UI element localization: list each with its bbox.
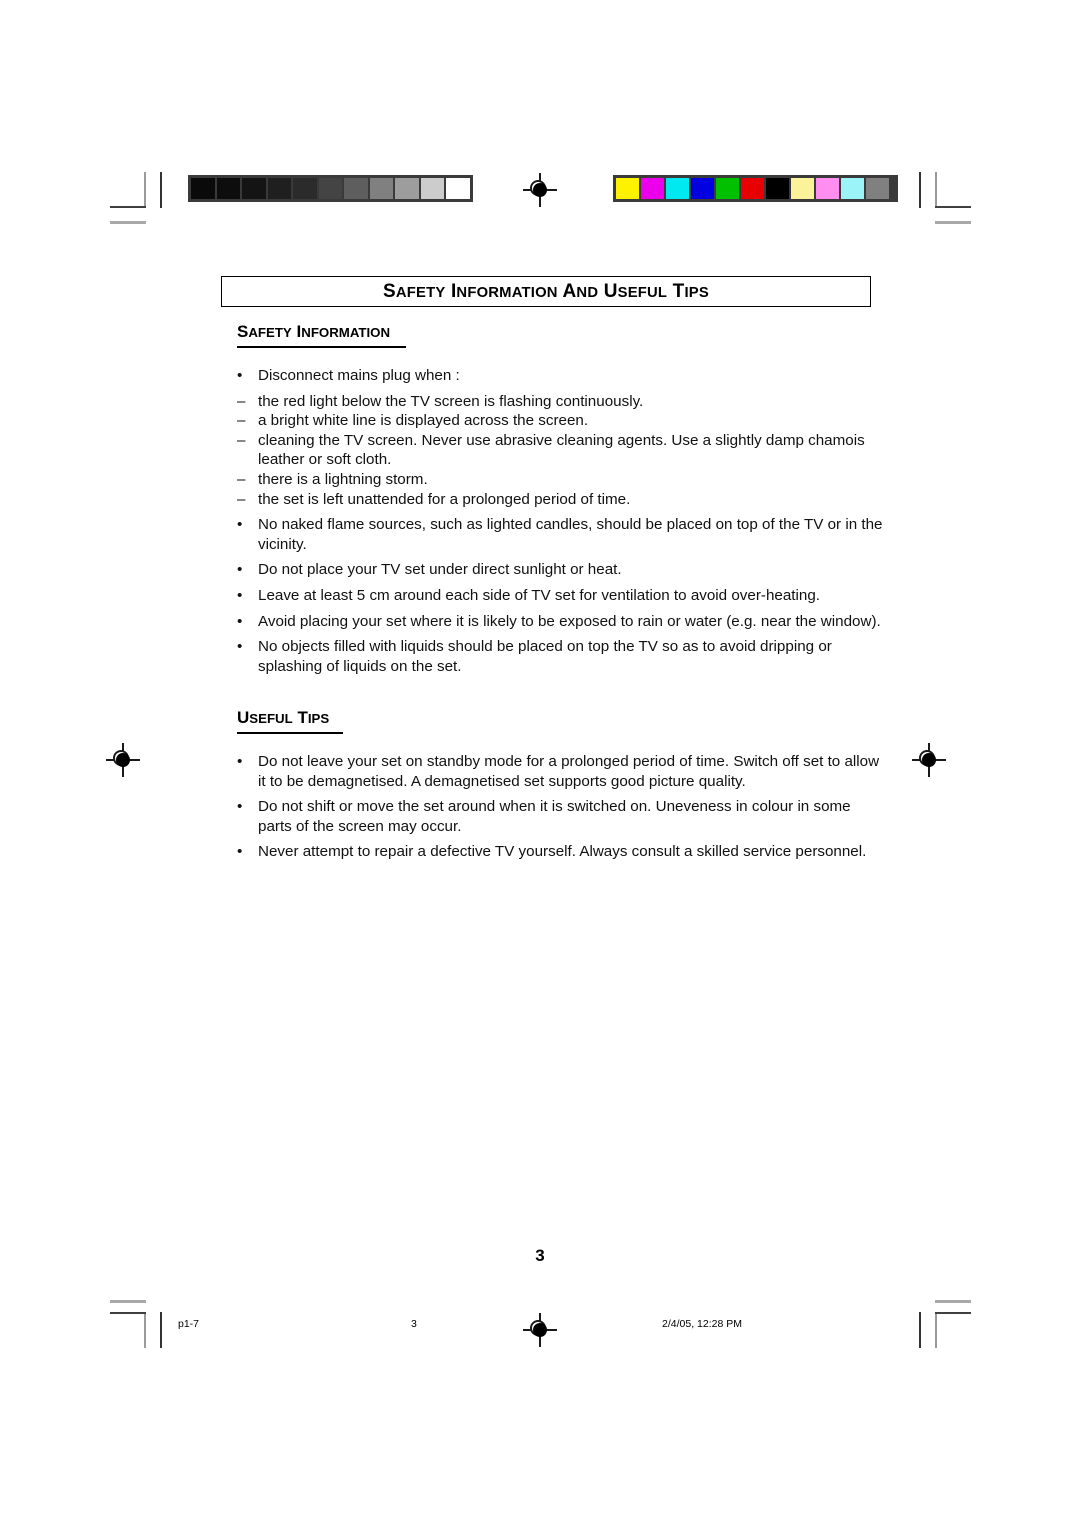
grayscale-patch bbox=[215, 177, 241, 200]
bullet-marker: • bbox=[237, 798, 243, 816]
list-item: • Never attempt to repair a defective TV … bbox=[237, 842, 885, 862]
dash-marker: – bbox=[237, 431, 246, 449]
list-item-text: No objects filled with liquids should be… bbox=[258, 638, 832, 675]
useful-tips-list: • Do not leave your set on standby mode f… bbox=[237, 752, 885, 868]
registration-target-bottom bbox=[523, 1313, 557, 1347]
bullet-marker: • bbox=[237, 561, 243, 579]
bullet-marker: • bbox=[237, 843, 243, 861]
list-item: • Leave at least 5 cm around each side of… bbox=[237, 586, 885, 606]
dash-marker: – bbox=[237, 470, 246, 488]
list-item: – there is a lightning storm. bbox=[237, 470, 885, 490]
grayscale-patch bbox=[368, 177, 394, 200]
dash-marker: – bbox=[237, 412, 246, 430]
list-item: • Do not place your TV set under direct s… bbox=[237, 560, 885, 580]
list-item: • Do not shift or move the set around whe… bbox=[237, 797, 885, 836]
list-item-text: Do not shift or move the set around when… bbox=[258, 798, 851, 835]
list-item-text: there is a lightning storm. bbox=[258, 470, 428, 488]
grayscale-calibration-strip bbox=[188, 175, 473, 202]
grayscale-patch bbox=[445, 177, 471, 200]
bullet-marker: • bbox=[237, 516, 243, 534]
section-heading-safety-information: SAFETY INFORMATION bbox=[237, 322, 407, 348]
list-item-text: Disconnect mains plug when : bbox=[258, 367, 460, 384]
grayscale-patch bbox=[317, 177, 343, 200]
crop-mark-bottom-right bbox=[935, 1312, 971, 1348]
bullet-marker: • bbox=[237, 612, 243, 630]
registration-target-top bbox=[523, 173, 557, 207]
footer-file-label: p1-7 bbox=[178, 1318, 200, 1330]
dash-marker: – bbox=[237, 392, 246, 410]
bullet-marker: • bbox=[237, 586, 243, 604]
list-item: • No naked flame sources, such as lighted… bbox=[237, 515, 885, 554]
crop-rule-top-left bbox=[110, 221, 146, 224]
list-item-text: Do not place your TV set under direct su… bbox=[258, 561, 622, 579]
crop-tick-top-left bbox=[160, 172, 162, 208]
crop-tick-bottom-left bbox=[160, 1312, 162, 1348]
safety-information-list: • Disconnect mains plug when : – the red li… bbox=[237, 366, 885, 682]
crop-mark-bottom-left bbox=[110, 1312, 146, 1348]
color-patch bbox=[815, 177, 840, 200]
grayscale-patch bbox=[266, 177, 292, 200]
list-item-text: No naked flame sources, such as lighted … bbox=[258, 516, 883, 553]
page-title-box: SAFETY INFORMATION AND USEFUL TIPS bbox=[221, 276, 871, 307]
list-item-text: cleaning the TV screen. Never use abrasi… bbox=[258, 431, 865, 469]
list-item: – the set is left unattended for a prolon… bbox=[237, 490, 885, 510]
color-patch bbox=[740, 177, 765, 200]
color-patch bbox=[790, 177, 815, 200]
color-calibration-strip bbox=[613, 175, 898, 202]
grayscale-patch bbox=[292, 177, 318, 200]
color-patch bbox=[765, 177, 790, 200]
list-item: – cleaning the TV screen. Never use abras… bbox=[237, 431, 885, 470]
color-patch bbox=[715, 177, 740, 200]
registration-target-left bbox=[106, 743, 140, 777]
crop-mark-top-right bbox=[935, 172, 971, 208]
list-item: • Do not leave your set on standby mode f… bbox=[237, 752, 885, 791]
list-item: – the red light below the TV screen is fl… bbox=[237, 392, 885, 412]
bullet-marker: • bbox=[237, 367, 243, 384]
crop-mark-top-left bbox=[110, 172, 146, 208]
registration-target-right bbox=[912, 743, 946, 777]
crop-tick-bottom-right bbox=[919, 1312, 921, 1348]
list-item-text: Avoid placing your set where it is likel… bbox=[258, 612, 881, 630]
color-patch bbox=[665, 177, 690, 200]
grayscale-patch bbox=[394, 177, 420, 200]
grayscale-patch bbox=[241, 177, 267, 200]
footer-page-label: 3 bbox=[411, 1318, 417, 1330]
footer-timestamp: 2/4/05, 12:28 PM bbox=[662, 1318, 742, 1330]
color-patch bbox=[840, 177, 865, 200]
crop-rule-bottom-right bbox=[935, 1300, 971, 1303]
list-item-text: Leave at least 5 cm around each side of … bbox=[258, 586, 820, 604]
list-item-text: a bright white line is displayed across … bbox=[258, 412, 589, 430]
color-patch bbox=[615, 177, 640, 200]
list-item-text: Do not leave your set on standby mode fo… bbox=[258, 753, 880, 790]
crop-rule-bottom-left bbox=[110, 1300, 146, 1303]
crop-rule-top-right bbox=[935, 221, 971, 224]
grayscale-patch bbox=[343, 177, 369, 200]
section-heading-useful-tips: USEFUL TIPS bbox=[237, 708, 344, 734]
page-number: 3 bbox=[535, 1246, 545, 1265]
color-patch bbox=[640, 177, 665, 200]
list-item: • No objects filled with liquids should b… bbox=[237, 637, 885, 676]
list-item: • Avoid placing your set where it is like… bbox=[237, 612, 885, 632]
grayscale-patch bbox=[190, 177, 216, 200]
crop-tick-top-right bbox=[919, 172, 921, 208]
list-item-text: the red light below the TV screen is fla… bbox=[258, 392, 644, 410]
list-item-text: Never attempt to repair a defective TV y… bbox=[258, 843, 867, 861]
list-item-text: the set is left unattended for a prolong… bbox=[258, 490, 631, 508]
color-patch bbox=[865, 177, 890, 200]
grayscale-patch bbox=[419, 177, 445, 200]
color-patch bbox=[690, 177, 715, 200]
bullet-marker: • bbox=[237, 638, 243, 656]
bullet-marker: • bbox=[237, 753, 243, 770]
list-item: • Disconnect mains plug when : bbox=[237, 366, 885, 386]
list-item: – a bright white line is displayed across… bbox=[237, 411, 885, 431]
dash-marker: – bbox=[237, 490, 246, 508]
page-title: SAFETY INFORMATION AND USEFUL TIPS bbox=[383, 280, 709, 302]
